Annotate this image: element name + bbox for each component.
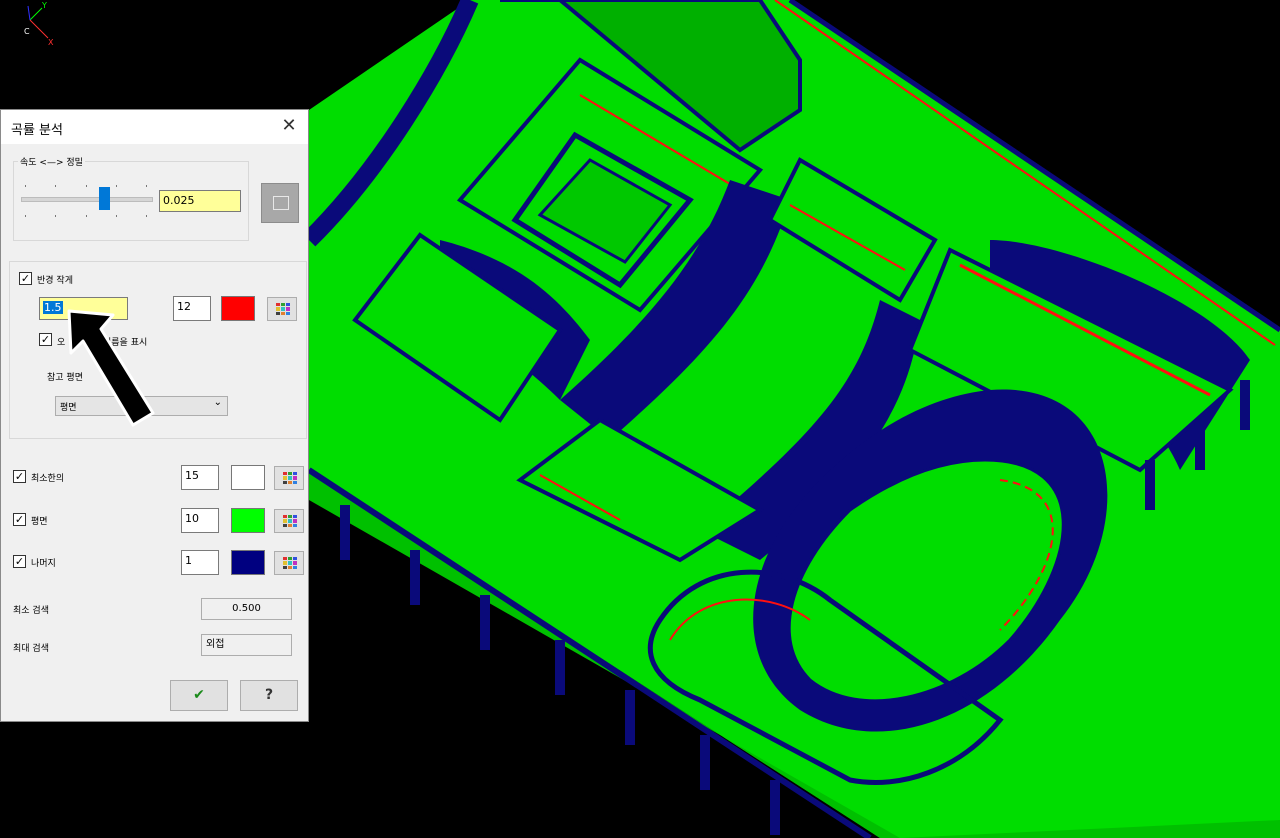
- axis-x-label: X: [48, 38, 54, 47]
- chevron-down-icon: ⌄: [213, 397, 222, 408]
- dialog-titlebar: 곡률 분석 ✕: [1, 110, 308, 144]
- slider-thumb[interactable]: [99, 187, 110, 210]
- slider-ticks: [25, 185, 147, 219]
- row-palette-button-minimum[interactable]: [274, 466, 304, 490]
- row-label-minimum: 최소한의: [31, 474, 65, 484]
- palette-icon: [283, 557, 297, 569]
- apply-button[interactable]: [261, 183, 299, 223]
- palette-icon: [283, 515, 297, 527]
- radius-value-selection: 1.5: [43, 301, 63, 314]
- pointer-arrow-annotation: [67, 309, 155, 427]
- max-search-value: 외접: [201, 634, 292, 656]
- row-color-swatch-minimum[interactable]: [231, 465, 265, 490]
- help-button[interactable]: ?: [240, 680, 298, 711]
- row-color-swatch-plane[interactable]: [231, 508, 265, 533]
- row-value-rest[interactable]: 1: [181, 550, 219, 575]
- row-checkbox-rest[interactable]: ✓: [13, 555, 26, 568]
- small-radius-label: 반경 작게: [37, 276, 73, 286]
- precision-slider[interactable]: [21, 180, 153, 220]
- axis-c-label: C: [24, 27, 30, 36]
- small-radius-checkbox[interactable]: ✓: [19, 272, 32, 285]
- checkmark-icon: ✔: [193, 687, 205, 703]
- row-palette-button-plane[interactable]: [274, 509, 304, 533]
- help-icon: ?: [264, 687, 274, 703]
- radius-count-field[interactable]: 12: [173, 296, 211, 321]
- palette-icon: [283, 472, 297, 484]
- close-icon[interactable]: ✕: [278, 115, 300, 137]
- row-value-minimum[interactable]: 15: [181, 465, 219, 490]
- curvature-analysis-dialog: 곡률 분석 ✕ 속도 <—> 정밀 0.025 ✓ 반경 작게 1.5 12 ✓…: [0, 109, 309, 722]
- row-checkbox-plane[interactable]: ✓: [13, 513, 26, 526]
- speed-precision-legend: 속도 <—> 정밀: [18, 155, 85, 168]
- palette-icon: [276, 303, 290, 315]
- radius-color-swatch[interactable]: [221, 296, 255, 321]
- row-label-plane: 평면: [31, 517, 48, 527]
- row-checkbox-minimum[interactable]: ✓: [13, 470, 26, 483]
- row-value-plane[interactable]: 10: [181, 508, 219, 533]
- min-search-label: 최소 검색: [13, 606, 49, 616]
- row-color-swatch-rest[interactable]: [231, 550, 265, 575]
- apply-icon: [273, 196, 289, 210]
- row-label-rest: 나머지: [31, 559, 56, 569]
- ok-button[interactable]: ✔: [170, 680, 228, 711]
- precision-value-field[interactable]: 0.025: [159, 190, 241, 212]
- max-search-label: 최대 검색: [13, 644, 49, 654]
- row-palette-button-rest[interactable]: [274, 551, 304, 575]
- axis-y-label: Y: [41, 1, 47, 10]
- min-search-value: 0.500: [201, 598, 292, 620]
- radius-palette-button[interactable]: [267, 297, 297, 321]
- dialog-title: 곡률 분석: [11, 123, 63, 138]
- show-radius-checkbox[interactable]: ✓: [39, 333, 52, 346]
